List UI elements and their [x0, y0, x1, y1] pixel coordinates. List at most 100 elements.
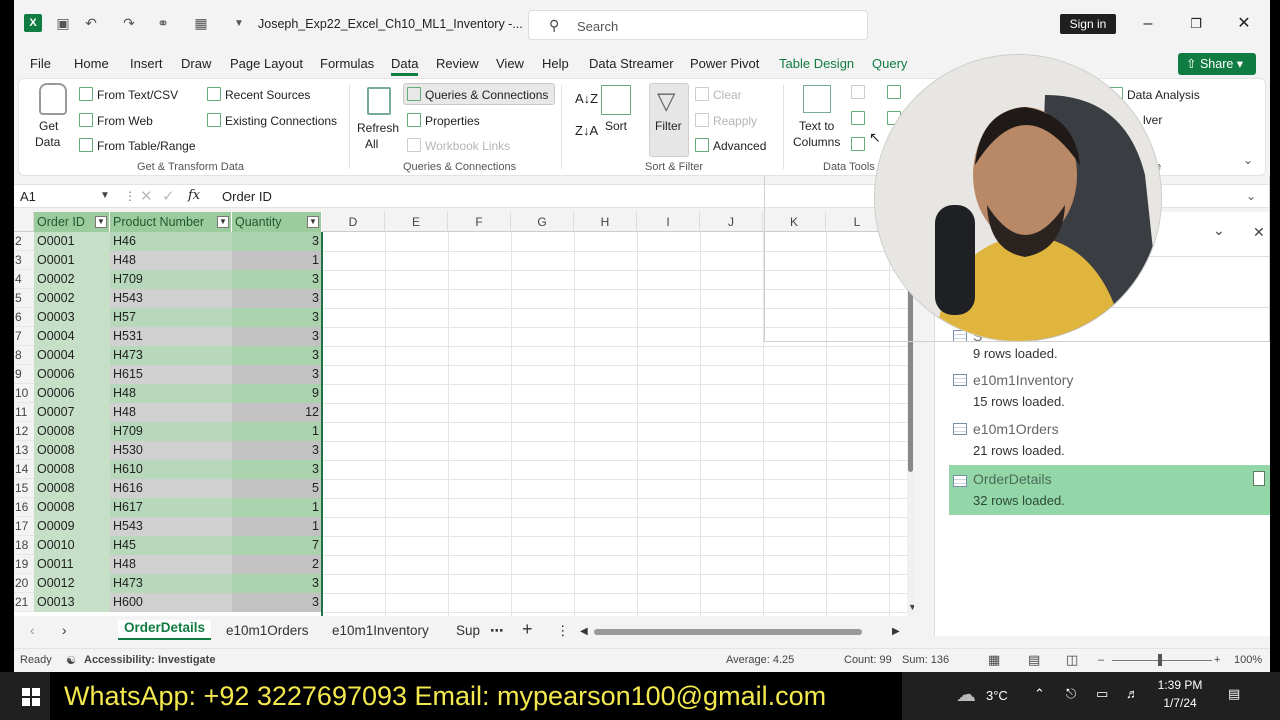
worksheet-grid[interactable]: Order ID ▼ Product Number ▼ Quantity ▼ D E …	[14, 212, 914, 616]
remove-duplicates-icon[interactable]	[851, 111, 869, 126]
windows-start-icon[interactable]	[22, 688, 40, 706]
text-to-columns-label[interactable]: Text to	[799, 119, 834, 133]
tab-draw[interactable]: Draw	[181, 56, 211, 71]
refresh-query-icon[interactable]	[1253, 471, 1265, 486]
formula-value[interactable]: Order ID	[222, 189, 272, 204]
zoom-level[interactable]: 100%	[1234, 654, 1262, 666]
horizontal-scroll-thumb[interactable]	[594, 629, 862, 635]
row-header[interactable]: 15	[14, 479, 34, 498]
column-header-d[interactable]: D	[322, 212, 385, 232]
column-header-g[interactable]: G	[511, 212, 574, 232]
header-quantity[interactable]: Quantity ▼	[232, 212, 322, 232]
cell-order-id[interactable]: O0008	[34, 498, 110, 517]
cell-quantity[interactable]: 12	[232, 403, 322, 422]
text-to-columns-label-2[interactable]: Columns	[793, 135, 840, 149]
cell-order-id[interactable]: O0003	[34, 308, 110, 327]
sheet-tab-sup[interactable]: Sup	[456, 623, 480, 638]
page-layout-view-icon[interactable]: ▤	[1028, 652, 1040, 668]
cell-product-number[interactable]: H530	[110, 441, 232, 460]
cell-quantity[interactable]: 3	[232, 308, 322, 327]
save-icon[interactable]: ▣	[54, 14, 72, 32]
column-header-h[interactable]: H	[574, 212, 637, 232]
cell-product-number[interactable]: H48	[110, 555, 232, 574]
query-item-e10m1inventory[interactable]: e10m1Inventory 15 rows loaded.	[949, 364, 1270, 414]
sort-descending-icon[interactable]: Z↓A	[575, 123, 598, 138]
get-data-label[interactable]: Get	[39, 119, 58, 133]
cell-quantity[interactable]: 9	[232, 384, 322, 403]
close-icon[interactable]: ✕	[1232, 12, 1256, 36]
cell-product-number[interactable]: H543	[110, 517, 232, 536]
cell-product-number[interactable]: H709	[110, 422, 232, 441]
cell-quantity[interactable]: 2	[232, 555, 322, 574]
tab-page-layout[interactable]: Page Layout	[230, 56, 303, 71]
cell-order-id[interactable]: O0006	[34, 384, 110, 403]
select-all-corner[interactable]	[14, 212, 34, 232]
tab-formulas[interactable]: Formulas	[320, 56, 374, 71]
row-header[interactable]: 6	[14, 308, 34, 327]
tab-insert[interactable]: Insert	[130, 56, 163, 71]
query-item-orderdetails[interactable]: OrderDetails 32 rows loaded.	[949, 465, 1270, 515]
sort-button[interactable]: Sort	[605, 119, 627, 133]
form-icon[interactable]: ▦	[192, 14, 210, 32]
sheet-tab-e10m1inventory[interactable]: e10m1Inventory	[332, 623, 429, 638]
tab-table-design[interactable]: Table Design	[779, 56, 854, 71]
solver-button[interactable]: lver	[1143, 113, 1162, 127]
cell-quantity[interactable]: 3	[232, 270, 322, 289]
notification-icon[interactable]: ▤	[1228, 686, 1240, 702]
cell-quantity[interactable]: 3	[232, 441, 322, 460]
page-break-view-icon[interactable]: ◫	[1066, 652, 1078, 668]
cell-quantity[interactable]: 3	[232, 232, 322, 251]
tab-review[interactable]: Review	[436, 56, 479, 71]
header-order-id[interactable]: Order ID ▼	[34, 212, 110, 232]
row-header[interactable]: 9	[14, 365, 34, 384]
scroll-right-icon[interactable]: ▶	[892, 626, 900, 637]
row-header[interactable]: 16	[14, 498, 34, 517]
undo-icon[interactable]: ↶	[82, 14, 100, 32]
cell-order-id[interactable]: O0008	[34, 479, 110, 498]
cell-quantity[interactable]: 3	[232, 574, 322, 593]
cell-order-id[interactable]: O0004	[34, 346, 110, 365]
add-sheet-icon[interactable]: +	[522, 619, 533, 640]
cell-product-number[interactable]: H610	[110, 460, 232, 479]
zoom-out-icon[interactable]: –	[1098, 654, 1104, 666]
reapply-button[interactable]: Reapply	[695, 113, 757, 128]
insert-function-icon[interactable]: fx	[188, 188, 200, 203]
sign-in-button[interactable]: Sign in	[1060, 14, 1116, 34]
cell-quantity[interactable]: 1	[232, 422, 322, 441]
row-header[interactable]: 19	[14, 555, 34, 574]
taskbar-clock[interactable]: 1:39 PM 1/7/24	[1152, 676, 1208, 712]
tab-home[interactable]: Home	[74, 56, 109, 71]
cell-quantity[interactable]: 1	[232, 517, 322, 536]
cell-order-id[interactable]: O0010	[34, 536, 110, 555]
weather-temp[interactable]: 3°C	[986, 688, 1008, 703]
volume-icon[interactable]: ♬	[1126, 686, 1139, 701]
row-header[interactable]: 11	[14, 403, 34, 422]
normal-view-icon[interactable]: ▦	[988, 652, 1000, 668]
clear-button[interactable]: Clear	[695, 87, 742, 102]
properties-button[interactable]: Properties	[407, 113, 480, 128]
cell-product-number[interactable]: H48	[110, 384, 232, 403]
cell-product-number[interactable]: H46	[110, 232, 232, 251]
tab-help[interactable]: Help	[542, 56, 569, 71]
cell-order-id[interactable]: O0006	[34, 365, 110, 384]
cell-order-id[interactable]: O0002	[34, 270, 110, 289]
cell-quantity[interactable]: 3	[232, 327, 322, 346]
cancel-entry-icon[interactable]: ✕	[140, 187, 153, 205]
row-header[interactable]: 3	[14, 251, 34, 270]
minimize-icon[interactable]: –	[1136, 12, 1160, 36]
name-box-dropdown-icon[interactable]: ▼	[100, 190, 110, 201]
sheet-options-icon[interactable]: ⋮	[556, 623, 570, 639]
row-header[interactable]: 5	[14, 289, 34, 308]
cell-product-number[interactable]: H615	[110, 365, 232, 384]
expand-formula-bar-icon[interactable]: ⌄	[1246, 189, 1256, 203]
from-web-button[interactable]: From Web	[79, 113, 153, 128]
cell-product-number[interactable]: H709	[110, 270, 232, 289]
cell-order-id[interactable]: O0004	[34, 327, 110, 346]
accessibility-status[interactable]: Accessibility: Investigate	[84, 654, 215, 666]
cell-quantity[interactable]: 3	[232, 289, 322, 308]
cell-quantity[interactable]: 3	[232, 346, 322, 365]
column-header-k[interactable]: K	[763, 212, 826, 232]
cell-product-number[interactable]: H57	[110, 308, 232, 327]
column-header-e[interactable]: E	[385, 212, 448, 232]
cell-product-number[interactable]: H48	[110, 251, 232, 270]
